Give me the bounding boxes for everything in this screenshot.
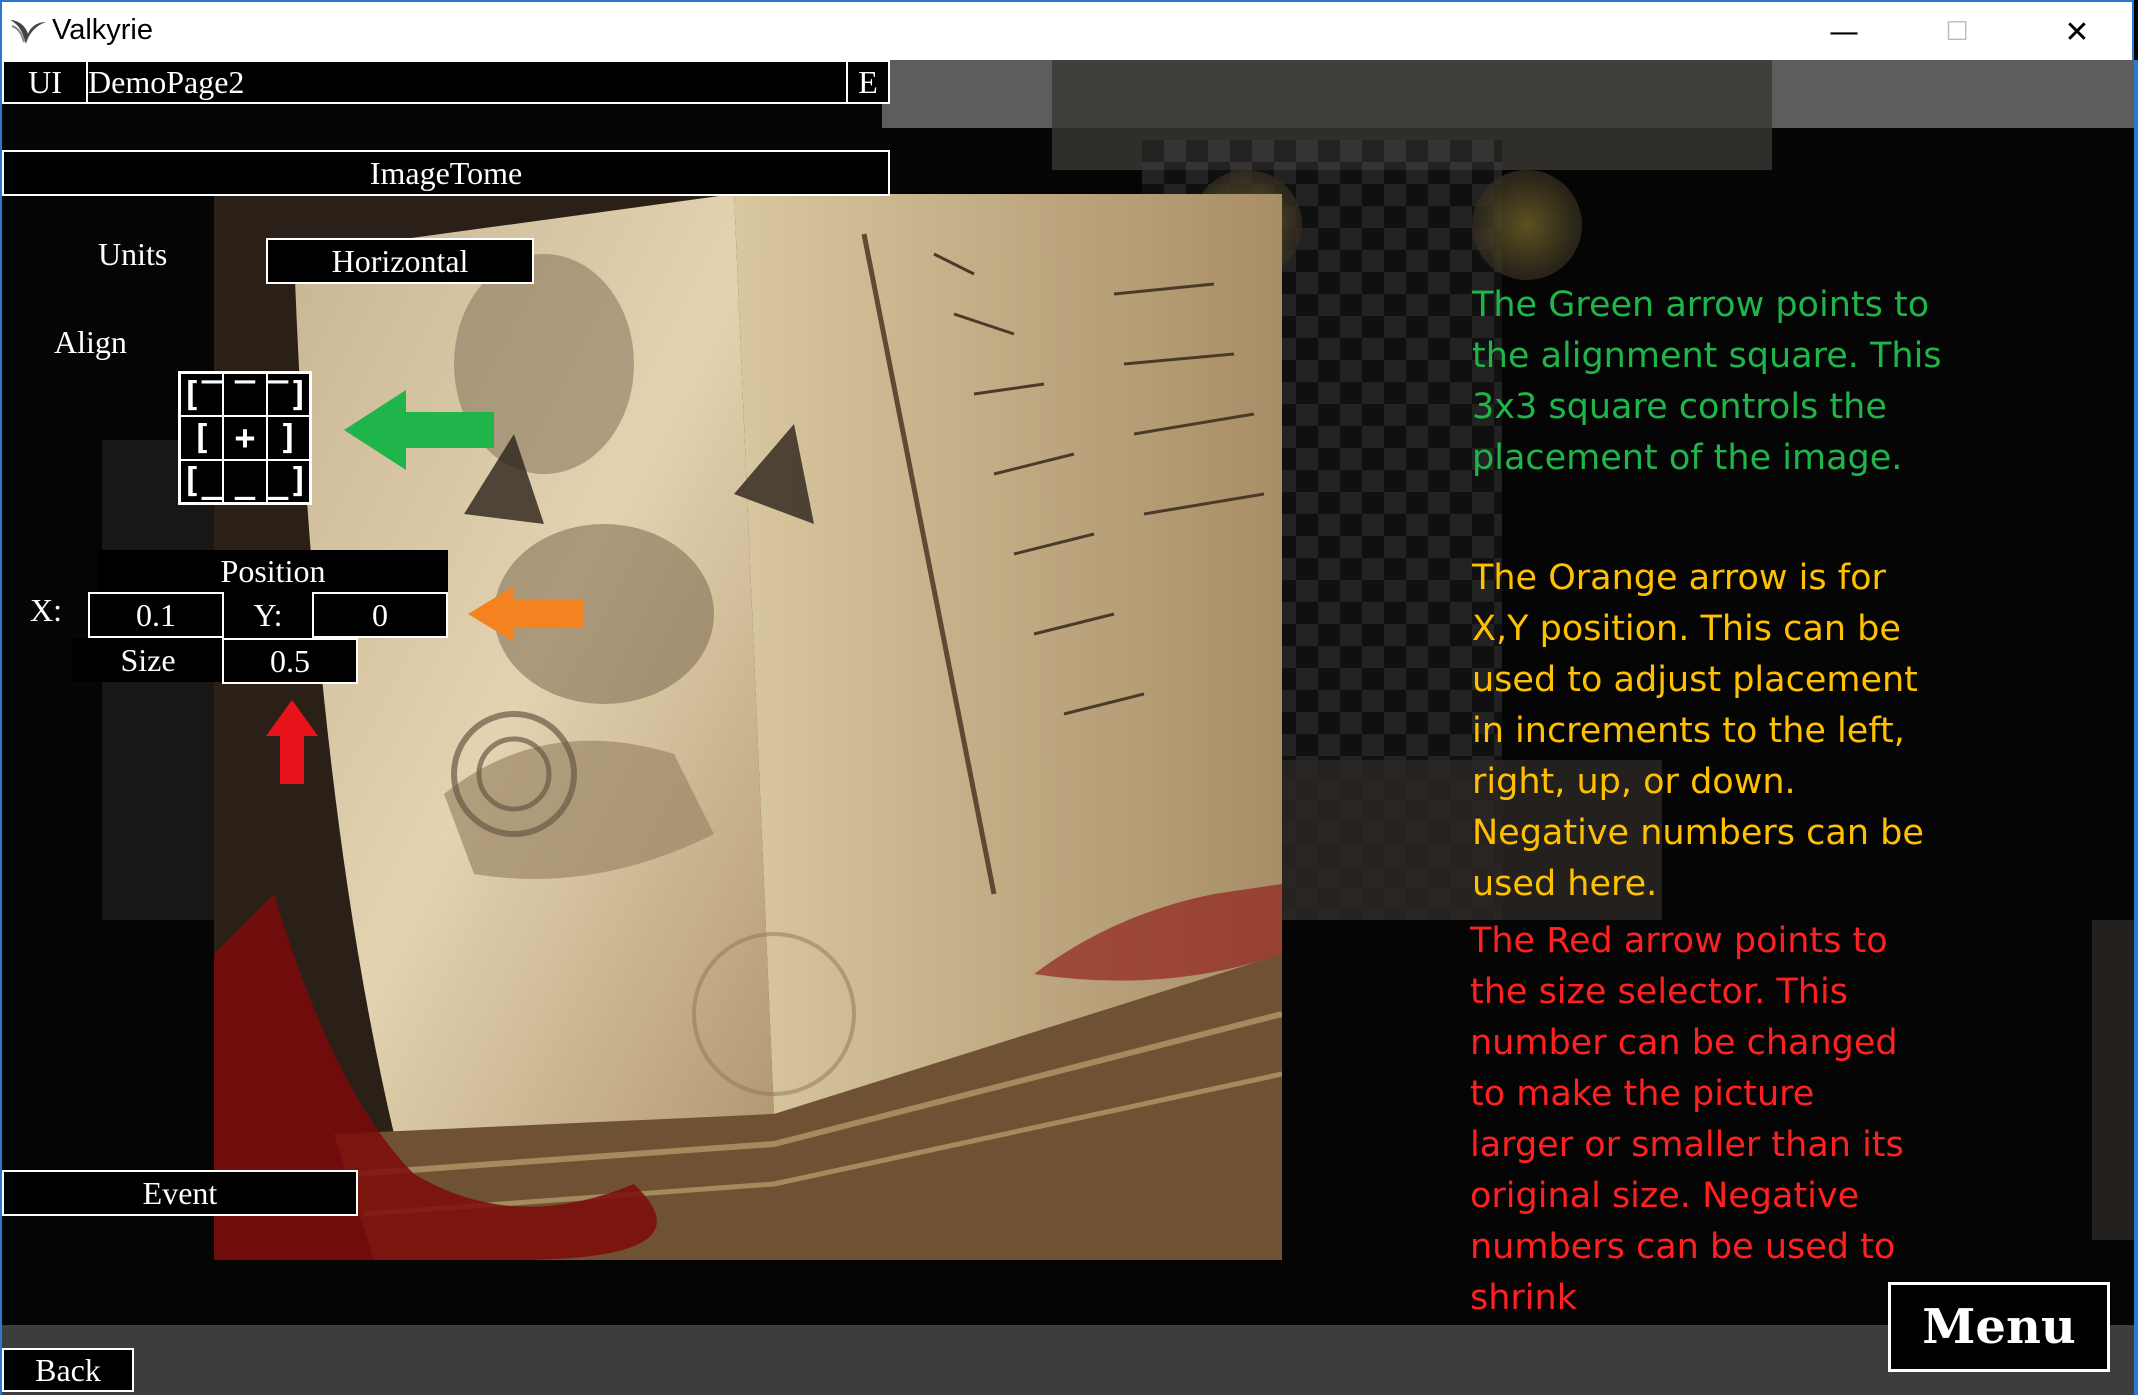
y-label: Y: — [224, 592, 312, 638]
size-label: Size — [72, 638, 224, 682]
close-button[interactable]: ✕ — [2022, 2, 2132, 62]
align-top-left[interactable]: [‾ — [180, 373, 224, 417]
red-arrow-icon — [266, 700, 318, 784]
map-token-2 — [1472, 170, 1582, 280]
event-button[interactable]: Event — [2, 1170, 358, 1216]
size-input[interactable]: 0.5 — [222, 638, 358, 684]
page-name-prefix: UI — [2, 60, 88, 104]
bottom-bar — [2, 1325, 2134, 1395]
image-name-field[interactable]: ImageTome — [2, 150, 890, 196]
red-note: The Red arrow points to the size selecto… — [1470, 921, 1904, 1318]
minimize-icon: — — [1829, 14, 1859, 50]
close-icon: ✕ — [2064, 14, 2090, 50]
align-top[interactable]: ‾ — [223, 373, 267, 417]
page-name-field[interactable]: DemoPage2 — [88, 60, 848, 104]
edit-button[interactable]: E — [846, 60, 890, 104]
orange-arrow-icon — [468, 586, 584, 642]
window-title: Valkyrie — [52, 14, 153, 46]
align-top-right[interactable]: ‾] — [266, 373, 310, 417]
back-button[interactable]: Back — [2, 1348, 134, 1392]
green-note: The Green arrow points to the alignment … — [1472, 285, 1942, 478]
tome-image — [214, 194, 1282, 1260]
align-bottom-left[interactable]: [_ — [180, 459, 224, 503]
units-selector[interactable]: Horizontal — [266, 238, 534, 284]
x-position-input[interactable]: 0.1 — [88, 592, 224, 638]
units-label: Units — [98, 236, 168, 272]
window-border-right — [2134, 60, 2138, 1395]
map-wall-right — [2092, 920, 2134, 1240]
align-label: Align — [54, 324, 127, 360]
x-label: X: — [30, 592, 62, 628]
game-scene: UI DemoPage2 E ImageTome Units Horizonta… — [2, 60, 2134, 1395]
minimize-button[interactable]: — — [1789, 2, 1899, 62]
valkyrie-wing-icon — [10, 20, 46, 44]
align-bottom-right[interactable]: _] — [266, 459, 310, 503]
orange-note: The Orange arrow is for X,Y position. Th… — [1472, 558, 1924, 904]
maximize-icon: ☐ — [1945, 17, 1969, 47]
align-center[interactable]: + — [223, 416, 267, 460]
menu-button[interactable]: Menu — [1888, 1282, 2110, 1372]
green-arrow-icon — [344, 390, 494, 470]
tome-illustration — [214, 194, 1282, 1260]
position-header: Position — [98, 550, 448, 592]
maximize-button[interactable]: ☐ — [1902, 2, 2012, 62]
alignment-square[interactable]: [‾ ‾ ‾] [ + ] [_ _ _] — [178, 371, 312, 505]
align-right[interactable]: ] — [266, 416, 310, 460]
align-left[interactable]: [ — [180, 416, 224, 460]
window-titlebar: Valkyrie — ☐ ✕ — [0, 0, 2134, 60]
align-bottom[interactable]: _ — [223, 459, 267, 503]
y-position-input[interactable]: 0 — [312, 592, 448, 638]
